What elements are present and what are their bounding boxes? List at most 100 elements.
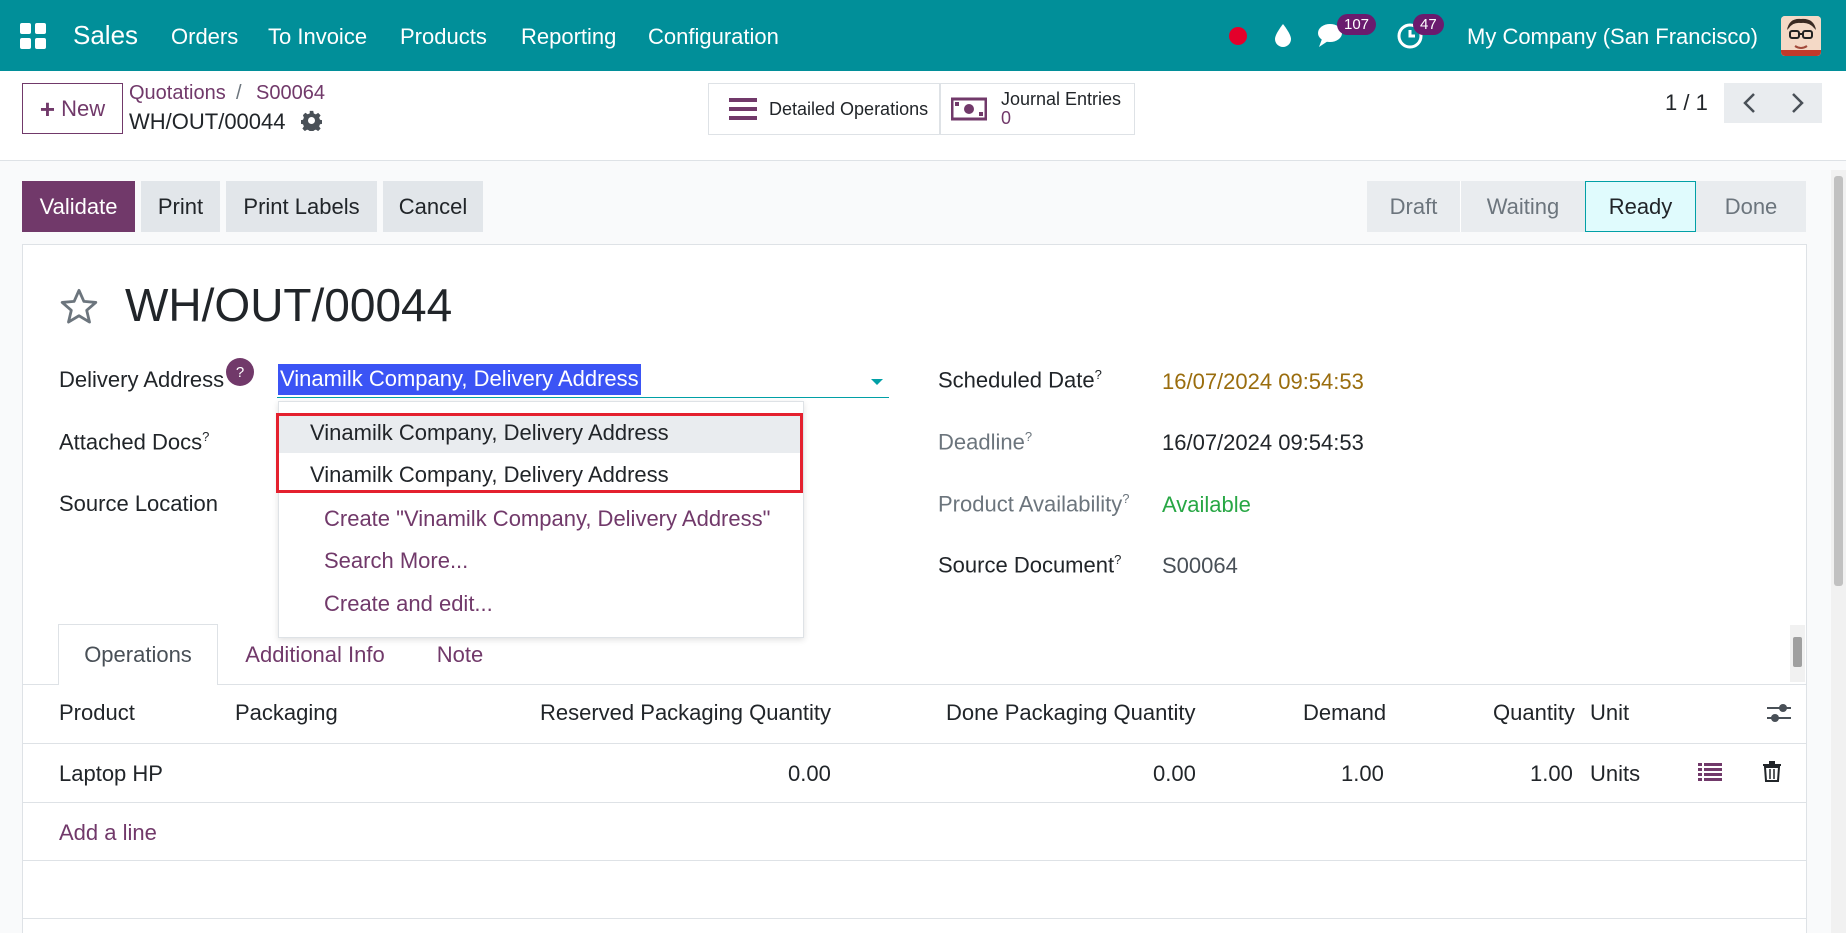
validate-button[interactable]: Validate <box>22 181 135 232</box>
money-bill-icon <box>951 97 987 121</box>
detailed-list-icon[interactable] <box>1698 762 1722 782</box>
delivery-address-dropdown: Vinamilk Company, Delivery Address Vinam… <box>278 401 804 638</box>
column-done-qty[interactable]: Done Packaging Quantity <box>946 700 1196 726</box>
record-title: WH/OUT/00044 <box>125 279 453 331</box>
header-divider <box>22 743 1807 744</box>
star-icon[interactable] <box>58 286 100 328</box>
breadcrumb-order[interactable]: S00064 <box>256 82 325 105</box>
menu-to-invoice[interactable]: To Invoice <box>268 24 367 50</box>
product-availability-value: Available <box>1162 492 1251 517</box>
row-divider <box>22 802 1807 803</box>
chevron-left-icon <box>1742 93 1755 113</box>
journal-entries-button[interactable]: Journal Entries 0 <box>940 83 1135 135</box>
print-button[interactable]: Print <box>141 181 220 232</box>
cancel-button[interactable]: Cancel <box>383 181 483 232</box>
dropdown-create-and-edit[interactable]: Create and edit... <box>324 591 493 617</box>
label-delivery-address: Delivery Address <box>59 367 225 392</box>
column-unit[interactable]: Unit <box>1590 700 1629 726</box>
tooltip-mark[interactable]: ? <box>1095 367 1102 382</box>
cell-reserved-qty[interactable]: 0.00 <box>788 761 831 787</box>
journal-entries-count: 0 <box>1001 108 1012 128</box>
add-line-link[interactable]: Add a line <box>59 820 157 846</box>
source-document-value: S00064 <box>1162 553 1238 578</box>
top-navbar: Sales Orders To Invoice Products Reporti… <box>0 0 1846 71</box>
column-packaging[interactable]: Packaging <box>235 700 338 726</box>
menu-orders[interactable]: Orders <box>171 24 238 50</box>
tab-operations[interactable]: Operations <box>58 624 218 685</box>
journal-entries-label: Journal Entries <box>1001 89 1122 110</box>
delivery-address-input[interactable]: Vinamilk Company, Delivery Address <box>277 363 889 398</box>
tooltip-mark[interactable]: ? <box>1122 491 1129 506</box>
detailed-operations-button[interactable]: Detailed Operations <box>708 83 940 135</box>
chevron-right-icon <box>1791 93 1804 113</box>
stage-waiting[interactable]: Waiting <box>1460 181 1585 232</box>
column-quantity[interactable]: Quantity <box>1493 700 1575 726</box>
recording-dot-icon[interactable] <box>1229 27 1247 45</box>
activities-badge: 47 <box>1413 14 1444 35</box>
column-demand[interactable]: Demand <box>1303 700 1386 726</box>
stage-ready[interactable]: Ready <box>1585 181 1696 232</box>
label-scheduled-date: Scheduled Date? <box>938 367 1102 393</box>
column-settings-icon[interactable] <box>1767 702 1791 724</box>
dropdown-option[interactable]: Vinamilk Company, Delivery Address <box>279 413 803 453</box>
gear-icon[interactable] <box>301 110 322 131</box>
app-name[interactable]: Sales <box>73 20 138 51</box>
water-drop-icon[interactable] <box>1273 22 1293 48</box>
label-source-document-text: Source Document <box>938 552 1115 578</box>
dropdown-search-more[interactable]: Search More... <box>324 548 468 574</box>
cell-done-qty[interactable]: 0.00 <box>1153 761 1196 787</box>
label-attached-docs-text: Attached Docs <box>59 429 203 455</box>
label-source-document: Source Document? <box>938 552 1121 578</box>
menu-products[interactable]: Products <box>400 24 487 50</box>
status-bar: Draft Waiting Ready Done <box>1367 181 1806 232</box>
stage-done[interactable]: Done <box>1696 181 1806 232</box>
row-divider <box>22 918 1807 919</box>
list-icon <box>729 98 757 120</box>
cell-unit[interactable]: Units <box>1590 761 1640 787</box>
stage-draft[interactable]: Draft <box>1367 181 1460 232</box>
tooltip-mark[interactable]: ? <box>1114 552 1121 567</box>
tab-scrollbar[interactable] <box>1790 625 1805 682</box>
cell-product[interactable]: Laptop HP <box>59 761 163 787</box>
menu-configuration[interactable]: Configuration <box>648 24 779 50</box>
label-source-location: Source Location <box>59 491 218 516</box>
row-divider <box>22 860 1807 861</box>
cell-quantity[interactable]: 1.00 <box>1530 761 1573 787</box>
label-scheduled-date-text: Scheduled Date <box>938 367 1095 393</box>
help-mark: ? <box>235 363 245 381</box>
pager-previous-button[interactable] <box>1724 83 1773 123</box>
breadcrumb-separator: / <box>236 82 242 104</box>
tooltip-mark[interactable]: ? <box>1025 429 1032 444</box>
print-labels-button[interactable]: Print Labels <box>226 181 377 232</box>
app-grid-icon[interactable] <box>20 23 46 49</box>
label-deadline-text: Deadline <box>938 429 1025 455</box>
user-avatar[interactable] <box>1781 16 1821 56</box>
label-product-availability-text: Product Availability <box>938 491 1123 517</box>
page-scrollbar-thumb[interactable] <box>1834 176 1843 586</box>
label-product-availability: Product Availability? <box>938 491 1129 517</box>
detailed-operations-label: Detailed Operations <box>769 98 929 119</box>
column-reserved-qty[interactable]: Reserved Packaging Quantity <box>540 700 831 726</box>
deadline-value: 16/07/2024 09:54:53 <box>1162 430 1364 455</box>
pager-next-button[interactable] <box>1773 83 1822 123</box>
messages-badge: 107 <box>1337 14 1377 35</box>
company-switcher[interactable]: My Company (San Francisco) <box>1467 24 1758 50</box>
dropdown-option[interactable]: Vinamilk Company, Delivery Address <box>279 455 803 495</box>
scheduled-date-value[interactable]: 16/07/2024 09:54:53 <box>1162 369 1364 395</box>
caret-down-icon[interactable] <box>871 379 883 385</box>
delivery-address-value: Vinamilk Company, Delivery Address <box>278 364 641 395</box>
tooltip-mark[interactable]: ? <box>202 429 209 444</box>
pager-value[interactable]: 1 / 1 <box>1665 90 1708 116</box>
record-name: WH/OUT/00044 <box>129 109 286 134</box>
new-button-label: New <box>61 95 106 121</box>
help-icon[interactable]: ? <box>226 358 254 386</box>
cell-demand[interactable]: 1.00 <box>1341 761 1384 787</box>
column-product[interactable]: Product <box>59 700 135 726</box>
breadcrumb-quotations[interactable]: Quotations <box>129 82 226 105</box>
label-deadline: Deadline? <box>938 429 1032 455</box>
trash-icon[interactable] <box>1763 761 1781 782</box>
new-button[interactable]: + New <box>22 83 123 134</box>
dropdown-create[interactable]: Create "Vinamilk Company, Delivery Addre… <box>324 506 770 532</box>
label-attached-docs: Attached Docs? <box>59 429 209 455</box>
menu-reporting[interactable]: Reporting <box>521 24 616 50</box>
